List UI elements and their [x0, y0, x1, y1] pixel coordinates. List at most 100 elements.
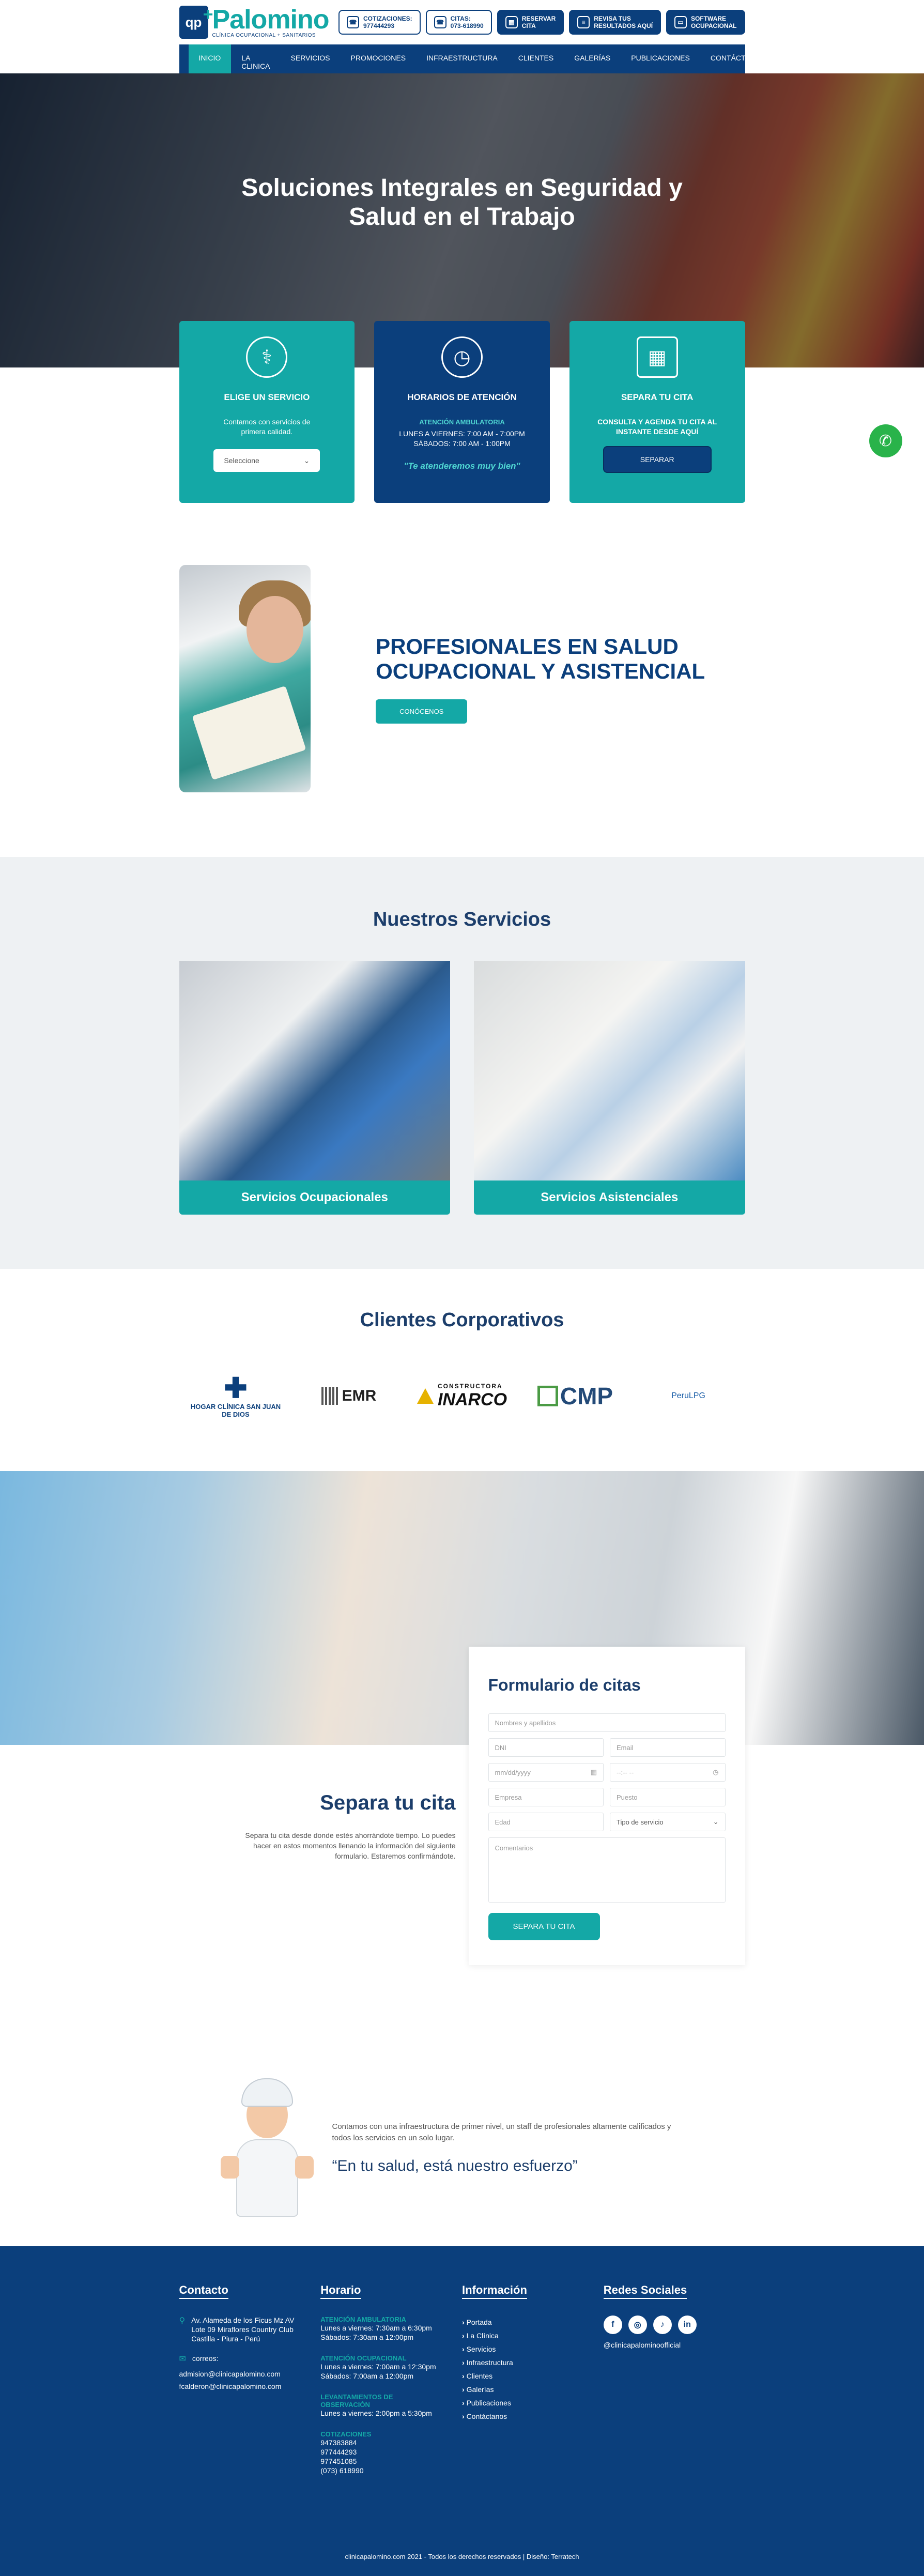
correos-label: correos: [192, 2354, 219, 2363]
client-logo-inarco: CONSTRUCTORA INARCO [415, 1368, 509, 1424]
footer: Contacto ⚲ Av. Alameda de los Ficus Mz AV… [0, 2246, 924, 2576]
document-icon: ≡ [577, 16, 590, 28]
hero-banner: Soluciones Integrales en Seguridad y Sal… [0, 44, 924, 367]
servicios-section: Nuestros Servicios Servicios Ocupacional… [0, 857, 924, 1269]
software-button[interactable]: ▭ SOFTWARE OCUPACIONAL [666, 10, 745, 35]
logo-sub: CLÍNICA OCUPACIONAL + SANITARIOS [212, 32, 316, 38]
cita-title: Separa tu cita [320, 1791, 456, 1814]
doctor-mascot [220, 2078, 314, 2218]
email-input[interactable]: Email [610, 1738, 726, 1757]
card-servicio-text: Contamos con servicios de primera calida… [223, 418, 311, 436]
footer-link[interactable]: Contáctanos [462, 2410, 604, 2423]
top-bar: qp + Palomino CLÍNICA OCUPACIONAL + SANIT… [0, 0, 924, 44]
clock-icon: ◷ [441, 336, 483, 378]
logo[interactable]: qp + Palomino CLÍNICA OCUPACIONAL + SANIT… [179, 5, 330, 39]
phone-number[interactable]: 947383884 [320, 2438, 462, 2447]
phone-number[interactable]: (073) 618990 [320, 2466, 462, 2475]
footer-link[interactable]: Galerías [462, 2383, 604, 2396]
nav-promociones[interactable]: PROMOCIONES [341, 44, 417, 73]
comentarios-textarea[interactable]: Comentarios [488, 1837, 726, 1903]
footer-contacto: Contacto ⚲ Av. Alameda de los Ficus Mz AV… [179, 2283, 321, 2475]
footer-informacion: Información Portada La Clínica Servicios… [462, 2283, 604, 2475]
footer-informacion-title: Información [462, 2283, 527, 2299]
footer-redes-title: Redes Sociales [603, 2283, 687, 2299]
footer-link[interactable]: Portada [462, 2316, 604, 2329]
footer-link[interactable]: Publicaciones [462, 2396, 604, 2410]
nav-la-clinica[interactable]: LA CLINICA [231, 44, 280, 73]
footer-horario: Horario ATENCIÓN AMBULATORIA Lunes a vie… [320, 2283, 462, 2475]
footer-horario-title: Horario [320, 2283, 361, 2299]
fecha-input[interactable]: mm/dd/yyyy ▦ [488, 1763, 604, 1782]
service-photo [179, 961, 450, 1180]
empresa-input[interactable]: Empresa [488, 1788, 604, 1806]
email-fcalderon[interactable]: fcalderon@clinicapalomino.com [179, 2382, 321, 2391]
horario-ocupacional: ATENCIÓN OCUPACIONAL [320, 2354, 407, 2362]
facebook-icon[interactable]: f [603, 2316, 622, 2334]
nav-servicios[interactable]: SERVICIOS [281, 44, 341, 73]
phone-icon: ☎ [434, 16, 446, 28]
hora-input[interactable]: --:-- -- ◷ [610, 1763, 726, 1782]
chevron-down-icon: ⌄ [713, 1818, 719, 1826]
nombres-input[interactable]: Nombres y apellidos [488, 1713, 726, 1732]
conocenos-button[interactable]: CONÓCENOS [376, 699, 468, 724]
cita-text: Separa tu cita desde donde estés ahorrán… [245, 1831, 456, 1860]
doctor-icon: ⚕ [246, 336, 288, 378]
instagram-icon[interactable]: ◎ [628, 2316, 647, 2334]
copyright: clinicapalomino.com 2021 - Todos los der… [345, 2553, 579, 2560]
horario-ambulatoria: ATENCIÓN AMBULATORIA [320, 2316, 406, 2323]
nav-publicaciones[interactable]: PUBLICACIONES [621, 44, 700, 73]
calendar-icon: ▦ [590, 1768, 597, 1776]
separar-button[interactable]: SEPARAR [603, 446, 712, 473]
cotizaciones-button[interactable]: ☎ COTIZACIONES: 977444293 [338, 10, 421, 35]
puesto-input[interactable]: Puesto [610, 1788, 726, 1806]
tiktok-icon[interactable]: ♪ [653, 2316, 672, 2334]
nav-infraestructura[interactable]: INFRAESTRUCTURA [416, 44, 508, 73]
footer-link[interactable]: Clientes [462, 2369, 604, 2383]
nav-galerias[interactable]: GALERÍAS [564, 44, 621, 73]
social-handle[interactable]: @clinicapalominoofficial [604, 2340, 745, 2350]
separa-tu-cita-button[interactable]: SEPARA TU CITA [488, 1913, 600, 1940]
address: Av. Alameda de los Ficus Mz AV Lote 09 M… [191, 2316, 295, 2343]
vaccination-banner [0, 1471, 924, 1745]
nav-contactanos[interactable]: CONTÁCTANOS [700, 44, 776, 73]
horarios-line1: LUNES A VIERNES: 7:00 AM - 7:00PM [399, 430, 525, 438]
linkedin-icon[interactable]: in [677, 2316, 697, 2334]
client-logo-emr: EMR [302, 1368, 395, 1424]
tipo-servicio-select[interactable]: Tipo de servicio ⌄ [610, 1813, 726, 1831]
calendar-icon: ▦ [636, 336, 678, 378]
horario-levantamientos: LEVANTAMIENTOS DE OBSERVACIÓN [320, 2393, 393, 2409]
footer-link[interactable]: Servicios [462, 2342, 604, 2356]
service-select[interactable]: Seleccione ⌄ [213, 449, 320, 472]
calendar-icon: ▦ [505, 16, 518, 28]
info-cards: ⚕ ELIGE UN SERVICIO Contamos con servici… [179, 321, 745, 503]
service-label[interactable]: Servicios Ocupacionales [179, 1180, 450, 1215]
card-cita: ▦ SEPARA TU CITA CONSULTA Y AGENDA TU CI… [569, 321, 745, 503]
client-logo-cmp: CMP [529, 1368, 622, 1424]
edad-input[interactable]: Edad [488, 1813, 604, 1831]
footer-link[interactable]: La Clínica [462, 2329, 604, 2342]
service-label[interactable]: Servicios Asistenciales [474, 1180, 745, 1215]
dni-input[interactable]: DNI [488, 1738, 604, 1757]
profesionales-section: PROFESIONALES EN SALUD OCUPACIONAL Y ASI… [179, 565, 745, 792]
whatsapp-icon[interactable]: ✆ [869, 424, 902, 457]
phone-number[interactable]: 977444293 [320, 2447, 462, 2457]
horarios-line2: SÁBADOS: 7:00 AM - 1:00PM [413, 439, 511, 448]
citas-phone-button[interactable]: ☎ CITAS: 073-618990 [425, 10, 492, 35]
hero-title: Soluciones Integrales en Seguridad y Sal… [241, 174, 683, 231]
card-horarios: ◷ HORARIOS DE ATENCIÓN ATENCIÓN AMBULATO… [374, 321, 550, 503]
horario-text: Lunes a viernes: 7:00am a 12:30pm [320, 2363, 436, 2371]
strip-text: Contamos con una infraestructura de prim… [332, 2122, 671, 2142]
service-card-asistenciales[interactable]: Servicios Asistenciales [474, 961, 745, 1215]
prof-title: PROFESIONALES EN SALUD OCUPACIONAL Y ASI… [376, 634, 705, 683]
cita-intro: Separa tu cita Separa tu cita desde dond… [179, 1791, 456, 1861]
footer-link[interactable]: Infraestructura [462, 2356, 604, 2369]
service-card-ocupacionales[interactable]: Servicios Ocupacionales [179, 961, 450, 1215]
email-admision[interactable]: admision@clinicapalomino.com [179, 2369, 321, 2379]
card-cita-text: CONSULTA Y AGENDA TU CITA AL INSTANTE DE… [597, 418, 717, 436]
nav-inicio[interactable]: INICIO [188, 44, 232, 73]
nav-clientes[interactable]: CLIENTES [508, 44, 564, 73]
reservar-cita-button[interactable]: ▦ RESERVAR CITA [497, 10, 564, 35]
appointment-form: Formulario de citas Nombres y apellidos … [468, 1647, 745, 1965]
resultados-button[interactable]: ≡ REVISA TUS RESULTADOS AQUÍ [569, 10, 661, 35]
phone-number[interactable]: 977451085 [320, 2457, 462, 2466]
